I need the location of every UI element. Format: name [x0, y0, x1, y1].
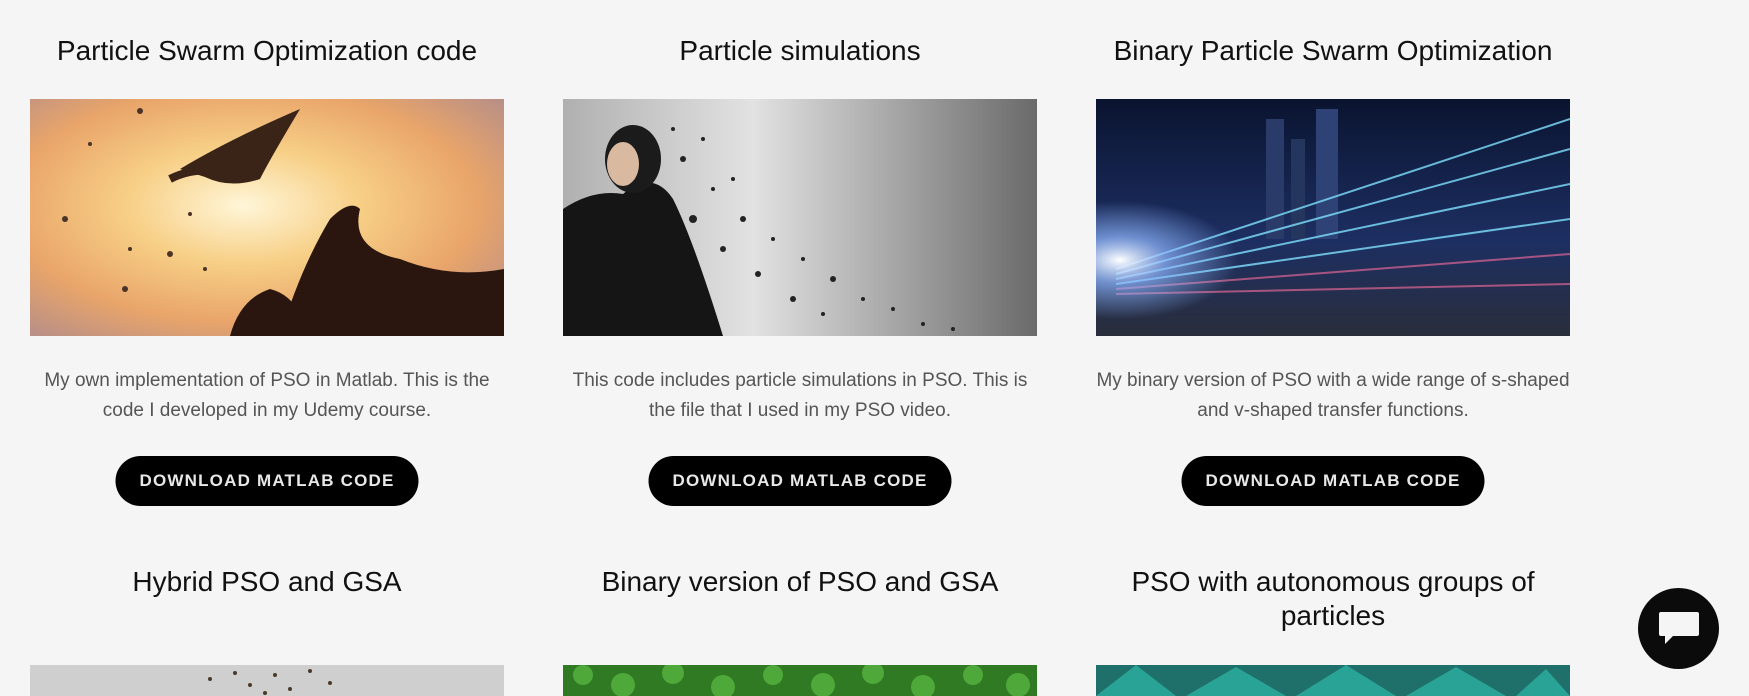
card-title: Binary version of PSO and GSA — [601, 566, 999, 597]
card-description: My binary version of PSO with a wide ran… — [1096, 370, 1570, 421]
download-matlab-code-button[interactable]: DOWNLOAD MATLAB CODE — [648, 456, 952, 506]
card-image-birds-flock — [30, 665, 504, 696]
card-description: My own implementation of PSO in Matlab. … — [44, 370, 490, 421]
card-image-bird-hands — [30, 99, 504, 336]
card-hybrid-pso-gsa: Hybrid PSO and GSA — [30, 565, 504, 696]
card-image-city-binary — [1096, 99, 1570, 336]
card-title: Particle Swarm Optimization code — [56, 35, 478, 66]
card-title: PSO with autonomous groups of particles — [1131, 566, 1535, 631]
download-matlab-code-button[interactable]: DOWNLOAD MATLAB CODE — [1181, 456, 1485, 506]
card-pso-autonomous-groups: PSO with autonomous groups of particles — [1096, 565, 1570, 696]
card-image-teal-umbrellas — [1096, 665, 1570, 696]
card-pso-code: Particle Swarm Optimization code My own … — [30, 34, 504, 514]
download-matlab-code-button[interactable]: DOWNLOAD MATLAB CODE — [115, 456, 419, 506]
card-description: This code includes particle simulations … — [572, 370, 1028, 421]
card-binary-pso-gsa: Binary version of PSO and GSA — [563, 565, 1037, 696]
card-particle-simulations: Particle simulations This code includes … — [563, 34, 1037, 514]
card-title: Particle simulations — [679, 35, 921, 66]
card-binary-pso: Binary Particle Swarm Optimization My bi… — [1096, 34, 1570, 514]
card-title: Binary Particle Swarm Optimization — [1113, 35, 1553, 66]
chat-button[interactable] — [1638, 588, 1719, 669]
chat-bubble-icon — [1658, 611, 1699, 644]
card-image-man-particles — [563, 99, 1037, 336]
card-title: Hybrid PSO and GSA — [132, 566, 402, 597]
card-image-green-forest — [563, 665, 1037, 696]
